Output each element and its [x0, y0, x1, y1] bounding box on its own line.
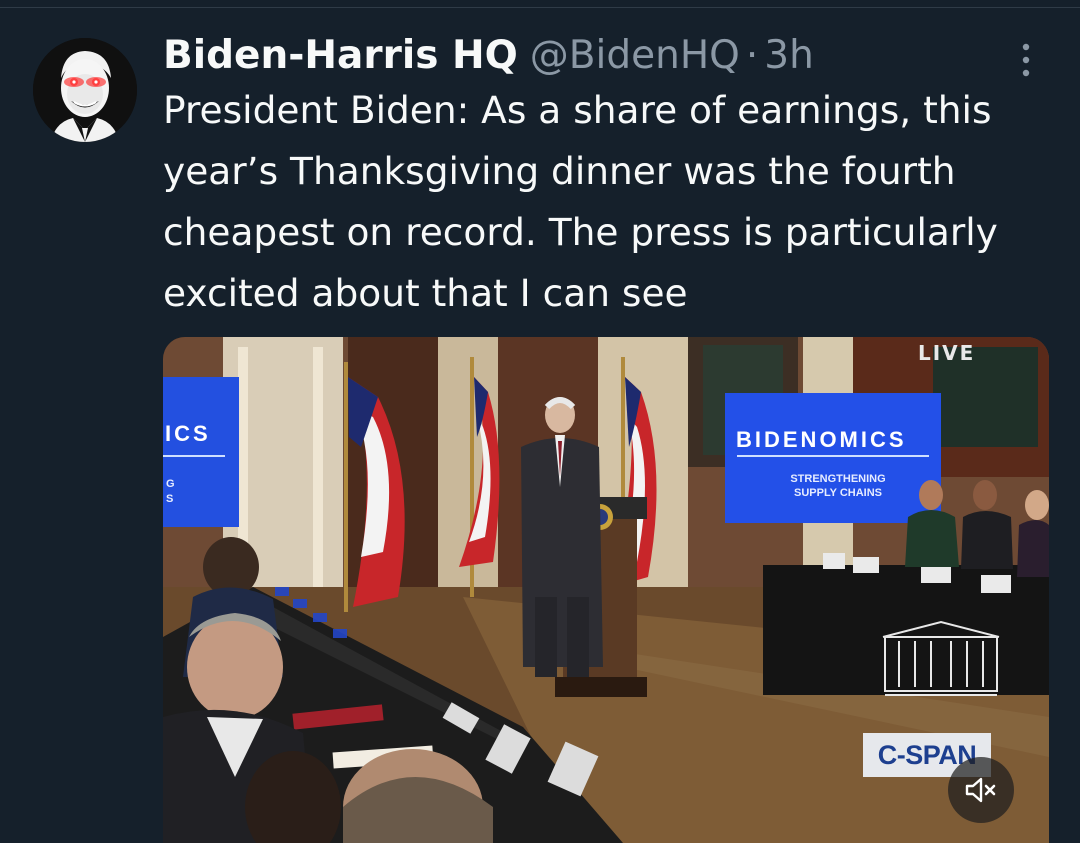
user-handle[interactable]: @BidenHQ: [530, 26, 740, 86]
left-banner-sub-line1: G: [166, 478, 175, 490]
left-banner-title: ICS: [165, 421, 211, 446]
more-options-button[interactable]: [1004, 38, 1048, 82]
muted-speaker-icon: [965, 777, 996, 803]
bidenomics-banner-title: BIDENOMICS: [736, 427, 907, 452]
laser-eyes-portrait-icon: [33, 38, 137, 142]
bidenomics-banner-subtitle: STRENGTHENING SUPPLY CHAINS: [738, 472, 938, 500]
tweet-video[interactable]: LIVE ICS G S BIDENOMICS STRENGTHENING SU…: [163, 337, 1049, 843]
display-name[interactable]: Biden-Harris HQ: [163, 26, 518, 86]
live-badge: LIVE: [918, 341, 976, 365]
separator-dot: ·: [745, 33, 759, 78]
banner-subtitle-line2: SUPPLY CHAINS: [793, 487, 883, 499]
more-vertical-icon: [1022, 43, 1030, 77]
avatar[interactable]: [33, 38, 137, 142]
timestamp[interactable]: 3h: [764, 26, 814, 86]
top-divider: [0, 0, 1080, 8]
tweet-header: Biden-Harris HQ @BidenHQ · 3h: [163, 26, 993, 86]
left-banner-sub-line2: S: [166, 493, 174, 505]
tweet-text: President Biden: As a share of earnings,…: [163, 88, 998, 315]
unmute-button[interactable]: [948, 757, 1014, 823]
left-banner-subtitle: G S: [166, 477, 175, 507]
banner-subtitle-line1: STRENGTHENING: [790, 473, 886, 485]
tweet[interactable]: Biden-Harris HQ @BidenHQ · 3h President …: [0, 8, 1080, 843]
